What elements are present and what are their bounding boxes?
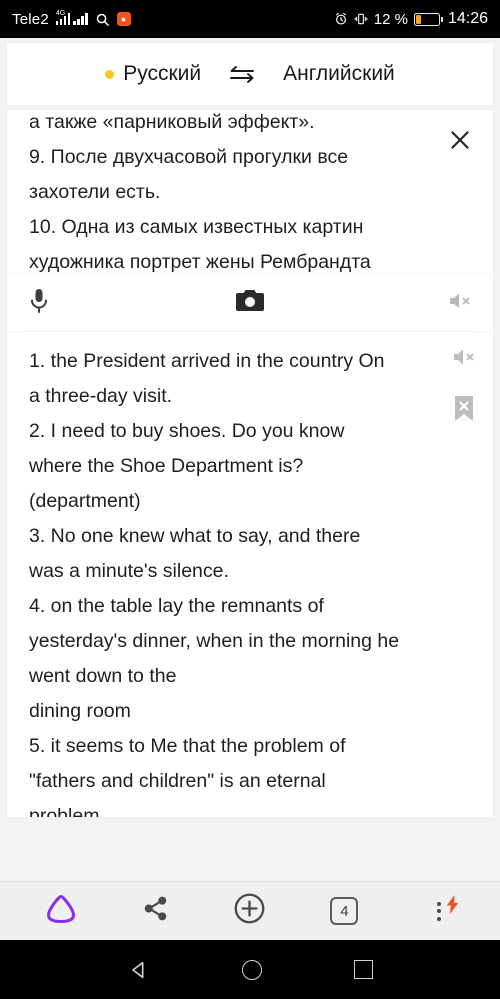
tab-count-badge: 4 <box>330 897 359 925</box>
speaker-mute-icon[interactable] <box>447 290 473 317</box>
speaker-mute-icon[interactable] <box>451 346 477 373</box>
carrier-label: Tele2 <box>12 10 49 28</box>
orange-app-icon <box>116 12 131 26</box>
active-language-dot-icon <box>105 69 115 79</box>
source-text: а также «парниковый эффект». 9. После дв… <box>29 110 433 274</box>
back-triangle-icon[interactable] <box>128 959 150 981</box>
alarm-clock-icon <box>334 12 348 26</box>
browser-bottom-nav: 4 <box>0 881 500 940</box>
network-type-label: 4G <box>55 10 66 17</box>
status-bar: Tele2 4G 12 % 14:26 <box>0 0 500 38</box>
plus-circle-icon <box>233 892 266 930</box>
source-language-button[interactable]: Русский <box>105 62 201 86</box>
vibrate-icon <box>354 12 368 26</box>
target-language-button[interactable]: Английский <box>283 62 395 86</box>
new-tab-button[interactable] <box>222 889 278 933</box>
translation-line: 3. No one knew what to say, and there <box>29 525 361 547</box>
close-icon <box>447 127 473 158</box>
source-language-label: Русский <box>123 62 202 85</box>
translation-line: (department) <box>29 490 141 512</box>
signal-bars-icon: 4G <box>55 10 88 25</box>
camera-icon[interactable] <box>235 288 265 319</box>
translation-line: "fathers and children" is an eternal <box>29 770 326 792</box>
alice-assistant-button[interactable] <box>33 889 89 933</box>
home-circle-icon[interactable] <box>241 959 262 980</box>
translation-line: 2. I need to buy shoes. Do you know <box>29 420 345 442</box>
status-bar-left: Tele2 4G <box>12 10 131 28</box>
translation-text: 1. the President arrived in the country … <box>29 344 433 817</box>
translation-line: yesterday's dinner, when in the morning … <box>29 630 400 652</box>
lightning-bolt-icon <box>445 895 461 917</box>
translation-actions <box>451 346 477 427</box>
share-icon <box>142 895 169 927</box>
search-icon <box>95 12 110 27</box>
source-text-line: захотели есть. <box>29 181 161 203</box>
alice-assistant-icon <box>43 892 79 931</box>
menu-button[interactable] <box>411 889 467 933</box>
translation-line: a three-day visit. <box>29 385 173 407</box>
source-text-line: а также «парниковый эффект». <box>29 111 315 133</box>
status-bar-right: 12 % 14:26 <box>334 10 488 28</box>
recents-square-icon[interactable] <box>353 960 373 979</box>
page-content: Русский Английский а также «парниковый э… <box>0 38 500 880</box>
source-text-area[interactable]: а также «парниковый эффект». 9. После дв… <box>7 110 493 274</box>
translation-line: 1. the President arrived in the country … <box>29 350 385 372</box>
source-text-line: художника портрет жены Рембрандта <box>29 251 371 273</box>
bookmark-remove-icon[interactable] <box>453 395 475 427</box>
source-text-line: 10. Одна из самых известных картин <box>29 216 364 238</box>
swap-arrows-icon[interactable] <box>227 63 257 85</box>
source-text-line: 9. После двухчасовой прогулки все <box>29 146 349 168</box>
translation-line: where the Shoe Department is? <box>29 455 304 477</box>
translation-line: 5. it seems to Me that the problem of <box>29 735 346 757</box>
battery-percent-label: 12 % <box>373 10 408 28</box>
language-switcher: Русский Английский <box>7 43 493 105</box>
clear-text-button[interactable] <box>445 127 475 157</box>
tab-switcher-button[interactable]: 4 <box>316 889 372 933</box>
input-toolbar <box>7 274 493 332</box>
translation-line: 4. on the table lay the remnants of <box>29 595 324 617</box>
more-vertical-icon <box>436 901 441 921</box>
target-language-label: Английский <box>283 62 395 85</box>
translation-line: went down to the <box>29 665 177 687</box>
translation-area[interactable]: 1. the President arrived in the country … <box>7 332 493 817</box>
android-navigation-bar <box>0 940 500 999</box>
share-button[interactable] <box>128 889 184 933</box>
translation-line: was a minute's silence. <box>29 560 229 582</box>
translation-line: problem. <box>29 805 105 817</box>
battery-icon <box>413 12 443 26</box>
microphone-icon[interactable] <box>27 287 51 320</box>
translation-line: dining room <box>29 700 131 722</box>
clock-label: 14:26 <box>447 10 488 27</box>
